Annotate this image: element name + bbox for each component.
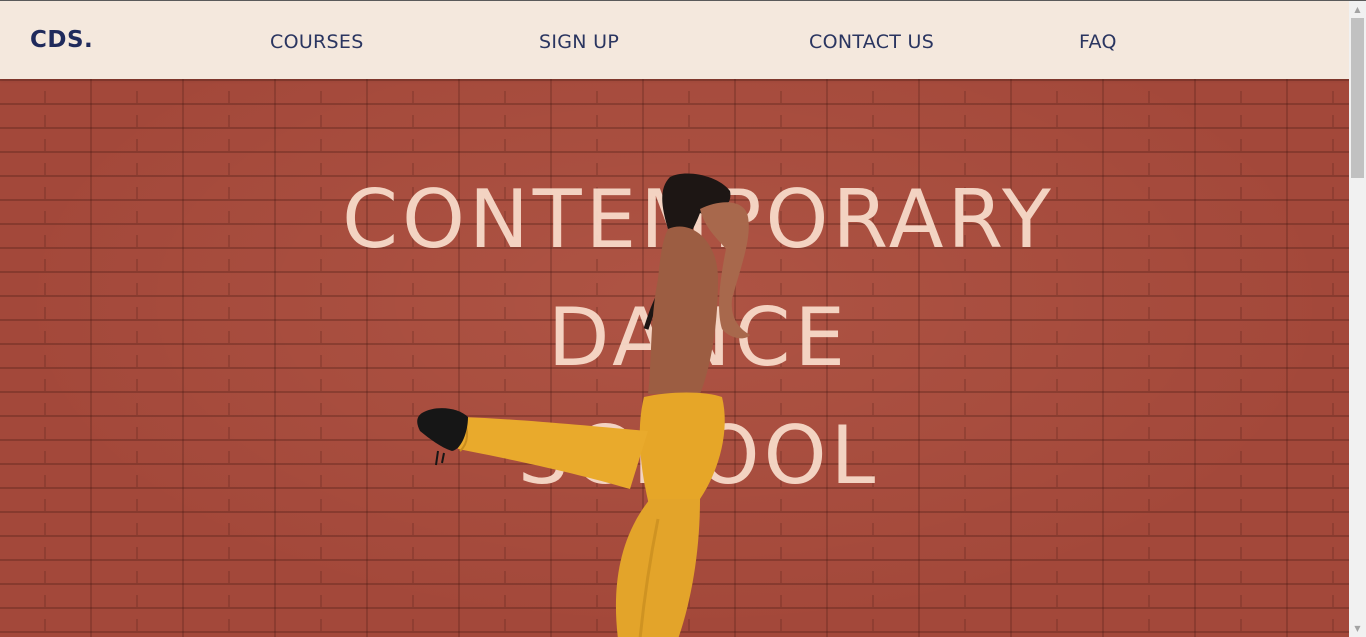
hero-banner: CONTEMPORARY DANCE SCHOOL bbox=[0, 79, 1349, 637]
nav-link-contact-us[interactable]: CONTACT US bbox=[809, 31, 934, 53]
site-logo[interactable]: CDS. bbox=[30, 27, 93, 53]
navbar: CDS. COURSES SIGN UP CONTACT US FAQ bbox=[0, 1, 1349, 79]
dancer-image bbox=[417, 173, 750, 637]
vertical-scrollbar[interactable]: ▲ ▼ bbox=[1349, 1, 1366, 637]
page: CDS. COURSES SIGN UP CONTACT US FAQ CONT… bbox=[0, 0, 1366, 637]
scroll-down-arrow-icon[interactable]: ▼ bbox=[1349, 620, 1366, 637]
nav-link-sign-up[interactable]: SIGN UP bbox=[539, 31, 619, 53]
nav-link-courses[interactable]: COURSES bbox=[270, 31, 364, 53]
scrollbar-thumb[interactable] bbox=[1351, 18, 1364, 178]
nav-link-faq[interactable]: FAQ bbox=[1079, 31, 1117, 53]
scroll-up-arrow-icon[interactable]: ▲ bbox=[1349, 1, 1366, 18]
